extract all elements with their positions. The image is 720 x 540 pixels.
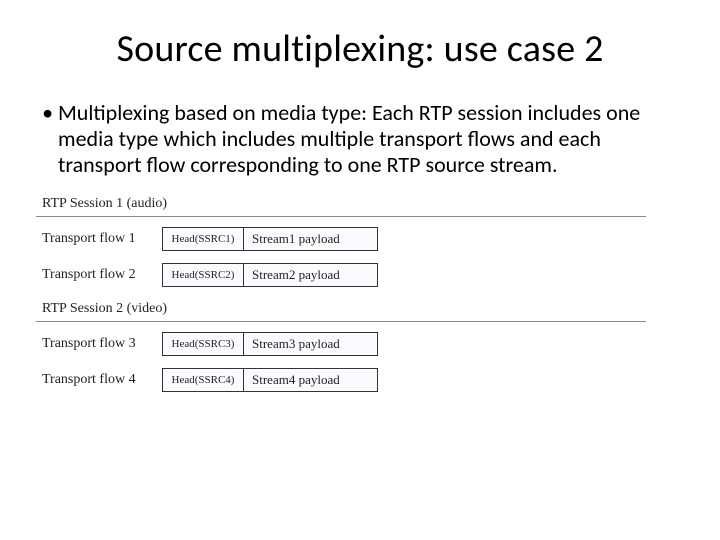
flow-label: Transport flow 3 <box>42 332 162 356</box>
session-divider <box>36 321 646 322</box>
session-title: RTP Session 1 (audio) <box>42 196 684 212</box>
packet-payload-cell: Stream2 payload <box>244 263 378 287</box>
packet-head-cell: Head(SSRC4) <box>162 368 244 392</box>
bullet-list: Multiplexing based on media type: Each R… <box>36 100 684 178</box>
slide-title: Source multiplexing: use case 2 <box>36 26 684 72</box>
flow-row: Transport flow 2 Head(SSRC2) Stream2 pay… <box>42 263 684 287</box>
slide-body: Multiplexing based on media type: Each R… <box>36 100 684 178</box>
packet-payload-cell: Stream1 payload <box>244 227 378 251</box>
flow-row: Transport flow 3 Head(SSRC3) Stream3 pay… <box>42 332 684 356</box>
session-block: RTP Session 2 (video) Transport flow 3 H… <box>36 301 684 392</box>
flow-row: Transport flow 1 Head(SSRC1) Stream1 pay… <box>42 227 684 251</box>
slide: Source multiplexing: use case 2 Multiple… <box>0 0 720 540</box>
session-title: RTP Session 2 (video) <box>42 301 684 317</box>
flow-row: Transport flow 4 Head(SSRC4) Stream4 pay… <box>42 368 684 392</box>
packet-head-cell: Head(SSRC2) <box>162 263 244 287</box>
session-divider <box>36 216 646 217</box>
bullet-item: Multiplexing based on media type: Each R… <box>58 100 684 178</box>
flow-label: Transport flow 1 <box>42 227 162 251</box>
packet-payload-cell: Stream4 payload <box>244 368 378 392</box>
packet-head-cell: Head(SSRC3) <box>162 332 244 356</box>
flow-label: Transport flow 2 <box>42 263 162 287</box>
packet-payload-cell: Stream3 payload <box>244 332 378 356</box>
packet-head-cell: Head(SSRC1) <box>162 227 244 251</box>
diagram: RTP Session 1 (audio) Transport flow 1 H… <box>36 196 684 392</box>
flow-label: Transport flow 4 <box>42 368 162 392</box>
session-block: RTP Session 1 (audio) Transport flow 1 H… <box>36 196 684 287</box>
